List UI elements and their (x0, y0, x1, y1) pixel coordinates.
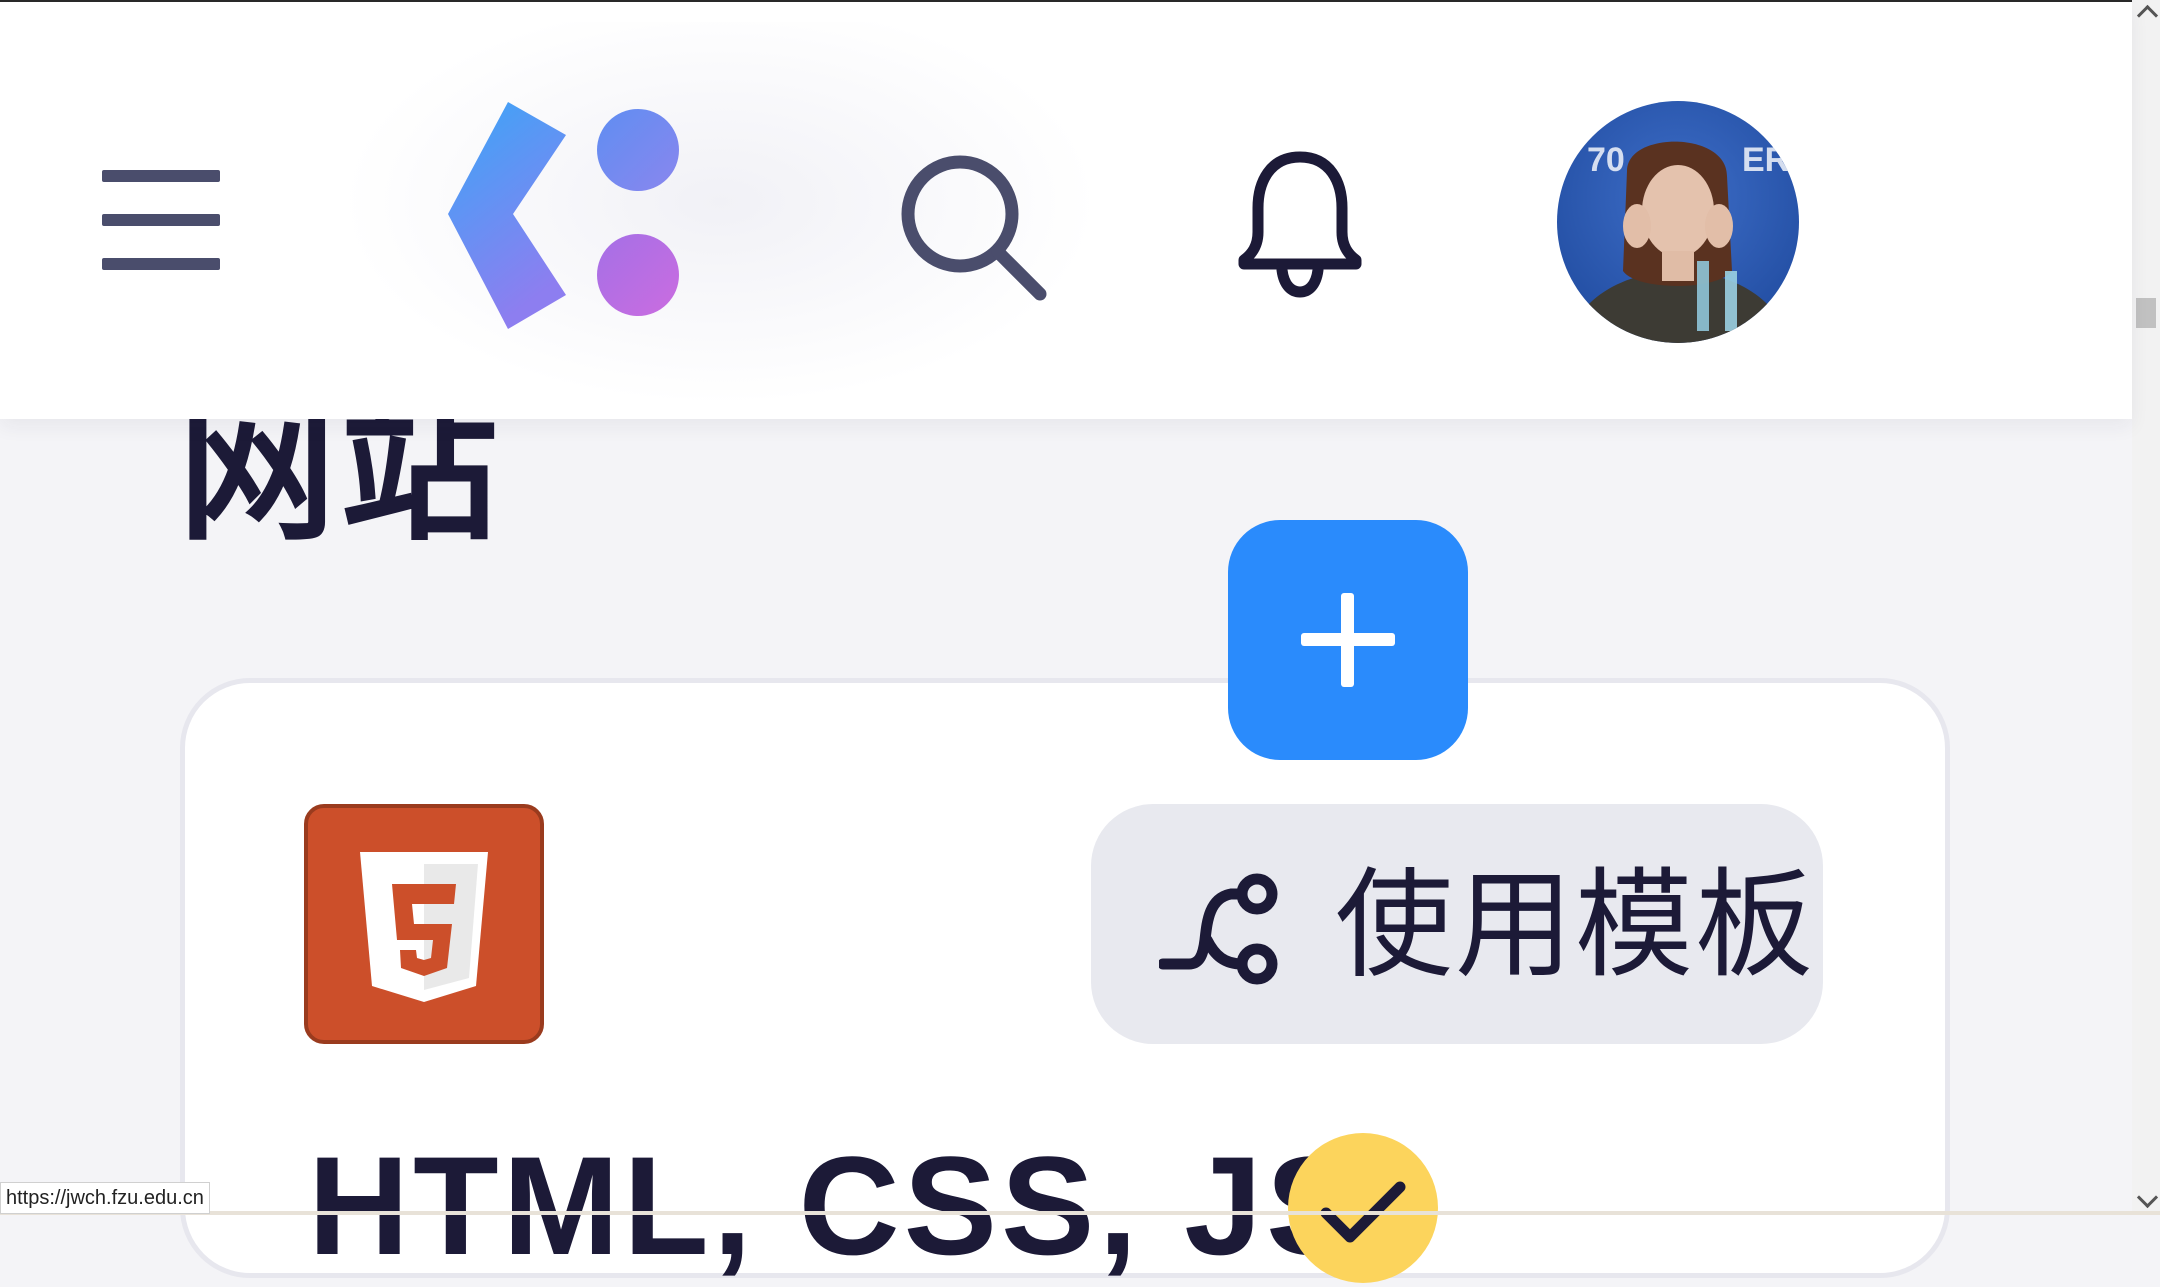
project-title: HTML, CSS, JS (308, 1127, 1364, 1284)
check-icon (1320, 1181, 1406, 1243)
svg-text:ER: ER (1742, 141, 1789, 179)
html5-icon (304, 804, 544, 1044)
add-button[interactable] (1228, 520, 1468, 760)
bell-icon[interactable] (1236, 148, 1364, 298)
search-icon[interactable] (898, 152, 1048, 302)
top-app-bar: 70 ER (0, 2, 2132, 422)
use-template-label: 使用模板 (1335, 856, 1816, 994)
link-status-url: https://jwch.fzu.edu.cn (0, 1182, 210, 1214)
scroll-up-arrow-icon[interactable] (2136, 4, 2159, 27)
use-template-button[interactable]: 使用模板 (1091, 804, 1823, 1044)
app-logo[interactable] (445, 98, 690, 331)
scrollbar-thumb[interactable] (2136, 298, 2156, 328)
bottom-edge (0, 1211, 2160, 1215)
user-avatar[interactable]: 70 ER (1557, 101, 1799, 343)
template-flow-icon (1159, 873, 1278, 985)
status-badge (1288, 1133, 1438, 1283)
hamburger-menu-icon[interactable] (98, 165, 224, 275)
scroll-down-arrow-icon[interactable] (2136, 1186, 2159, 1209)
svg-text:70: 70 (1587, 141, 1625, 179)
vertical-scrollbar[interactable] (2132, 0, 2160, 1215)
